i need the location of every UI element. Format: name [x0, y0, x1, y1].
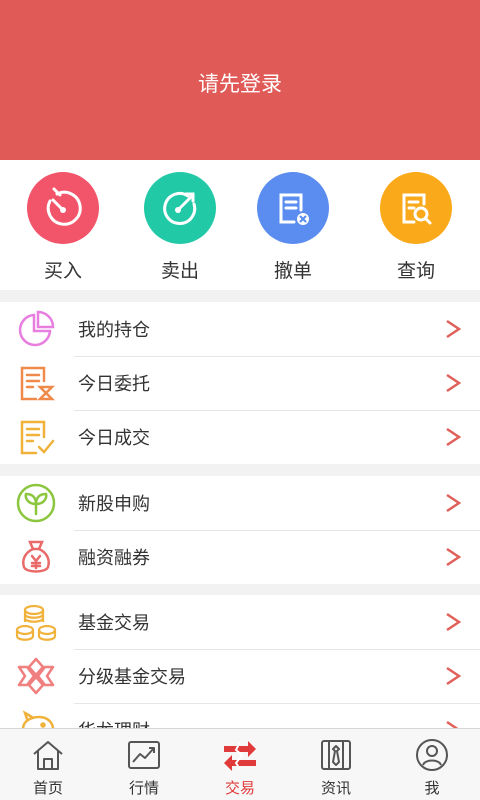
chevron-right-icon: [446, 612, 462, 632]
menu-group-ipo: 新股申购 融资融券: [0, 476, 480, 584]
menu-item-label: 分级基金交易: [78, 667, 186, 688]
menu-item-label: 新股申购: [78, 494, 150, 515]
menu-item-graded-fund[interactable]: 分级基金交易: [0, 649, 480, 703]
tab-label: 行情: [128, 779, 159, 797]
buy-timer-icon: [27, 172, 99, 244]
piggy-bank-icon: [14, 710, 58, 728]
cancel-order-icon: [257, 172, 329, 244]
tab-label: 我: [424, 779, 440, 797]
profile-icon: [414, 737, 450, 773]
tab-me[interactable]: 我: [384, 729, 480, 800]
menu-item-today-deals[interactable]: 今日成交: [0, 410, 480, 464]
bottom-tab-bar: 首页 行情 交易 资讯 我: [0, 728, 480, 800]
menu-item-label: 今日成交: [78, 428, 150, 449]
quick-action-cancel[interactable]: 撤单: [234, 160, 352, 290]
news-tie-icon: [318, 737, 354, 773]
menu-item-label: 基金交易: [78, 613, 150, 634]
menu-item-new-stock[interactable]: 新股申购: [0, 476, 480, 530]
menu-item-fund-trade[interactable]: 基金交易: [0, 595, 480, 649]
tab-trade[interactable]: 交易: [192, 729, 288, 800]
quick-action-query[interactable]: 查询: [352, 160, 480, 290]
chevron-right-icon: [446, 720, 459, 728]
menu-group-positions: 我的持仓 今日委托 今日成交: [0, 302, 480, 464]
money-bag-icon: [14, 537, 58, 577]
menu-item-wealth-management[interactable]: 华龙理财: [0, 703, 480, 728]
quick-action-label: 查询: [396, 260, 435, 282]
menu-item-holdings[interactable]: 我的持仓: [0, 302, 480, 356]
tab-label: 资讯: [320, 779, 351, 797]
quick-action-label: 卖出: [160, 260, 199, 282]
quick-action-label: 撤单: [273, 260, 312, 282]
deal-check-icon: [14, 417, 58, 457]
menu-item-today-entrust[interactable]: 今日委托: [0, 356, 480, 410]
chevron-right-icon: [446, 319, 462, 339]
tab-market[interactable]: 行情: [96, 729, 192, 800]
sprout-icon: [14, 483, 58, 523]
chevron-right-icon: [446, 493, 462, 513]
query-search-icon: [380, 172, 452, 244]
menu-item-label: 我的持仓: [78, 320, 150, 341]
tab-home[interactable]: 首页: [0, 729, 96, 800]
login-header[interactable]: 请先登录: [0, 0, 480, 160]
chevron-right-icon: [446, 427, 462, 447]
tab-label: 交易: [224, 779, 255, 797]
entrust-list-icon: [14, 363, 58, 403]
quick-action-buy[interactable]: 买入: [0, 160, 126, 290]
chevron-right-icon: [446, 666, 462, 686]
chevron-right-icon: [446, 373, 462, 393]
quick-action-sell[interactable]: 卖出: [126, 160, 234, 290]
app-screen: 请先登录 买入 卖出 撤单 查询 我的持仓 今日委托 今日成交 新股申购 融资融…: [0, 0, 480, 800]
menu-item-margin-trading[interactable]: 融资融券: [0, 530, 480, 584]
menu-group-funds: 基金交易 分级基金交易 华: [0, 595, 480, 728]
chevron-right-icon: [446, 547, 462, 567]
home-icon: [30, 737, 66, 773]
quick-action-label: 买入: [43, 260, 82, 282]
quick-actions: 买入 卖出 撤单 查询: [0, 160, 480, 290]
pie-chart-icon: [14, 309, 58, 349]
sell-target-icon: [144, 172, 216, 244]
coins-icon: [14, 602, 58, 642]
menu-item-label: 融资融券: [78, 548, 150, 569]
fund-grade-icon: [14, 656, 58, 696]
tab-label: 首页: [32, 779, 63, 797]
menu-item-label: 华龙理财: [78, 717, 150, 728]
login-prompt[interactable]: 请先登录: [198, 68, 282, 98]
menu-item-label: 今日委托: [78, 374, 150, 395]
trade-arrows-icon: [222, 737, 258, 773]
market-chart-icon: [126, 737, 162, 773]
tab-news[interactable]: 资讯: [288, 729, 384, 800]
